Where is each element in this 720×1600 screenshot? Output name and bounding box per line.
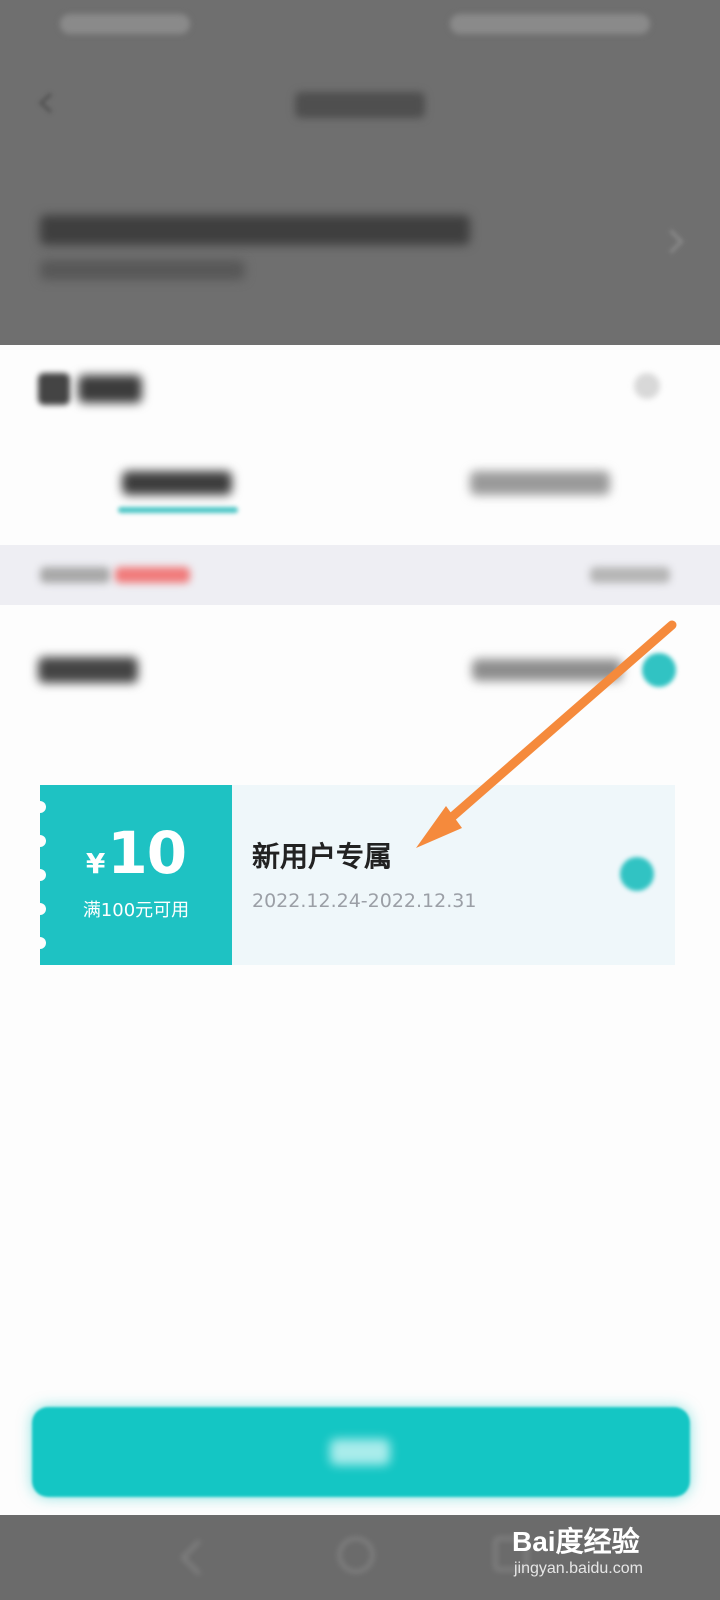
- signal-indicators: [60, 14, 190, 34]
- coupon-icon: [38, 373, 70, 405]
- summary-hint: [590, 567, 670, 583]
- summary-label: [40, 567, 110, 583]
- perforation-notch: [34, 937, 46, 949]
- coupon-condition: 满100元可用: [82, 900, 190, 921]
- check-circle-icon[interactable]: [620, 857, 654, 891]
- tab-unavailable-coupons[interactable]: [465, 465, 615, 515]
- discount-amount: [115, 567, 190, 583]
- status-bar: [0, 0, 720, 48]
- coupon-value-panel: ¥10 满100元可用: [34, 785, 232, 965]
- watermark-site: jingyan.baidu.com: [514, 1560, 643, 1577]
- check-circle-icon[interactable]: [642, 653, 676, 687]
- coupon-amount-row: ¥10: [40, 819, 232, 889]
- store-info-card[interactable]: [0, 185, 720, 305]
- page-title: [295, 92, 425, 118]
- watermark-logo: Bai度经验: [512, 1526, 640, 1557]
- back-icon[interactable]: [36, 92, 58, 114]
- store-name: [40, 215, 470, 245]
- sheet-title: [78, 375, 142, 403]
- coupon-title: 新用户专属: [252, 840, 393, 873]
- close-icon[interactable]: [634, 373, 660, 399]
- system-back-icon[interactable]: [180, 1539, 217, 1576]
- status-icons: [450, 14, 650, 34]
- coupon-validity: 2022.12.24-2022.12.31: [252, 890, 477, 912]
- coupon-amount: 10: [107, 819, 187, 887]
- baidu-jingyan-watermark: Bai度经验 jingyan.baidu.com: [500, 1520, 680, 1595]
- recommend-hint: [472, 659, 622, 681]
- order-nav-bar: [0, 70, 720, 140]
- sheet-header: [0, 345, 720, 440]
- discount-summary-strip: [0, 545, 720, 605]
- coupon-sheet: ¥10 满100元可用 新用户专属 2022.12.24-2022.12.31: [0, 345, 720, 1515]
- currency-symbol: ¥: [85, 847, 106, 880]
- active-tab-indicator: [118, 507, 238, 513]
- confirm-label: [330, 1439, 390, 1465]
- recommended-selection-row[interactable]: [0, 625, 720, 710]
- chevron-right-icon: [659, 229, 684, 254]
- perforation-notch: [34, 801, 46, 813]
- system-home-icon[interactable]: [338, 1537, 374, 1573]
- tab-available-coupons[interactable]: [110, 465, 245, 515]
- coupon-tabs: [0, 445, 720, 525]
- confirm-button[interactable]: [32, 1407, 690, 1497]
- coupon-card[interactable]: ¥10 满100元可用 新用户专属 2022.12.24-2022.12.31: [34, 785, 675, 965]
- store-contact: [40, 260, 245, 280]
- tab-label: [122, 471, 232, 495]
- tab-label: [470, 471, 610, 495]
- recommend-label: [38, 657, 138, 683]
- dimmed-background-page[interactable]: [0, 0, 720, 345]
